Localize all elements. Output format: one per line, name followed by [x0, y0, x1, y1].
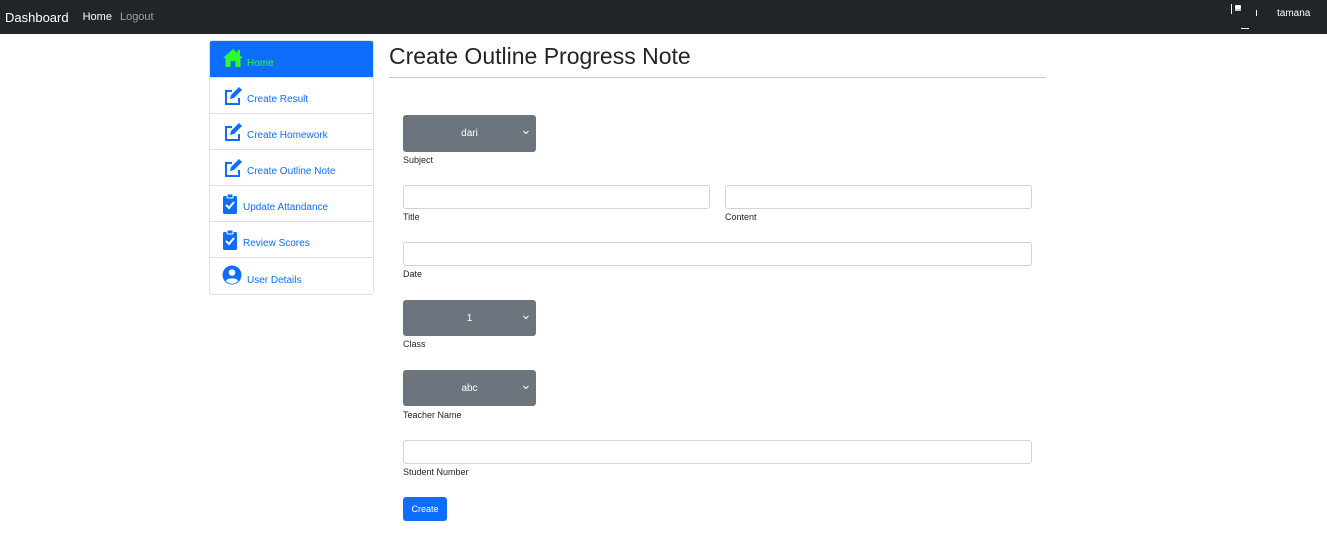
student-number-input[interactable] [403, 440, 1032, 464]
content-input[interactable] [725, 185, 1032, 209]
subject-label: Subject [403, 155, 434, 165]
top-navbar: Dashboard Home Logout tamana [0, 0, 1327, 34]
sidebar-item-label: Home [247, 57, 274, 69]
teacher-select[interactable]: abc [403, 370, 536, 406]
date-label: Date [403, 269, 423, 279]
sidebar-item-user-details[interactable]: User Details [210, 258, 373, 294]
title-input[interactable] [403, 185, 710, 209]
title-divider [389, 77, 1046, 78]
sidebar-item-label: Create Result [247, 94, 309, 105]
sidebar-item-update-attandance[interactable]: Update Attandance [210, 186, 373, 222]
content-label: Content [725, 212, 757, 222]
sidebar-item-create-result[interactable]: Create Result [210, 78, 373, 114]
sidebar-item-label: Create Homework [247, 130, 328, 141]
edit-icon [222, 121, 244, 143]
sidebar-item-create-outline-note[interactable]: Create Outline Note [210, 150, 373, 186]
user-avatar-icon[interactable] [1229, 2, 1257, 30]
create-button[interactable]: Create [403, 497, 447, 521]
subject-select-value: dari [461, 128, 478, 139]
sidebar-item-label: Review Scores [243, 238, 310, 249]
nav-link-home[interactable]: Home [83, 11, 112, 23]
sidebar-item-home[interactable]: Home [210, 41, 373, 78]
sidebar: Home Create Result Create Homework Creat… [209, 40, 374, 295]
clipboard-check-icon [222, 193, 240, 215]
class-label: Class [403, 339, 426, 349]
date-input[interactable] [403, 242, 1032, 266]
clipboard-check-icon [222, 229, 240, 251]
sidebar-item-create-homework[interactable]: Create Homework [210, 114, 373, 150]
edit-icon [222, 157, 244, 179]
subject-select[interactable]: dari [403, 115, 536, 152]
navbar-username[interactable]: tamana [1277, 8, 1310, 19]
chevron-down-icon [522, 128, 530, 136]
class-select[interactable]: 1 [403, 300, 536, 336]
home-icon [222, 48, 244, 70]
sidebar-item-label: User Details [247, 274, 302, 286]
chevron-down-icon [522, 313, 530, 321]
chevron-down-icon [522, 383, 530, 391]
navbar-brand[interactable]: Dashboard [5, 10, 69, 25]
sidebar-item-review-scores[interactable]: Review Scores [210, 222, 373, 258]
class-select-value: 1 [466, 312, 473, 324]
sidebar-item-label: Update Attandance [243, 202, 329, 213]
nav-link-logout[interactable]: Logout [120, 11, 154, 23]
teacher-select-value: abc [461, 382, 478, 394]
user-circle-icon [222, 265, 244, 287]
sidebar-item-label: Create Outline Note [247, 166, 336, 177]
teacher-label: Teacher Name [403, 410, 462, 420]
student-number-label: Student Number [403, 467, 469, 477]
page-title: Create Outline Progress Note [389, 43, 691, 69]
title-label: Title [403, 212, 420, 222]
edit-icon [222, 85, 244, 107]
